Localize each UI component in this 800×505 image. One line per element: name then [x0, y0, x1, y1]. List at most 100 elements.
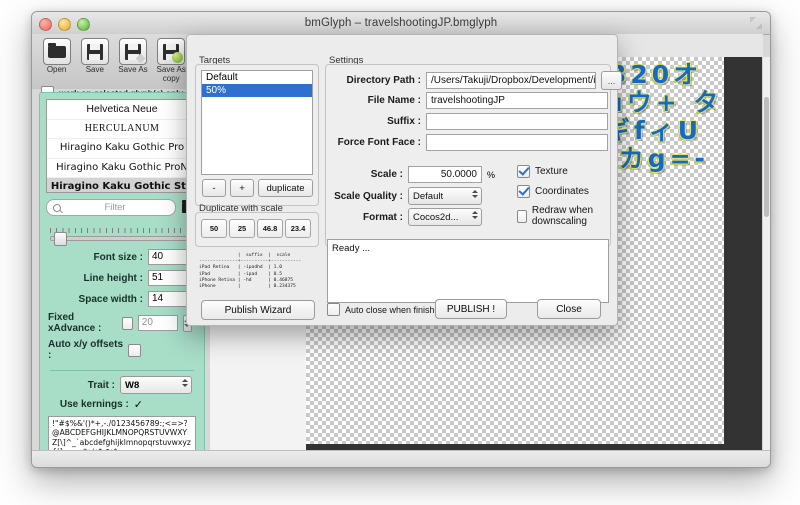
texture-checkbox[interactable]	[517, 165, 530, 178]
font-list-item-selected[interactable]: Hiragino Kaku Gothic Std	[47, 178, 197, 192]
open-button[interactable]: Open	[38, 38, 75, 83]
font-list-item[interactable]: Helvetica Neue	[47, 100, 197, 120]
scale-input[interactable]: 50.0000	[408, 166, 482, 183]
save-as-copy-button[interactable]: Save As copy	[153, 38, 190, 83]
atlas-dark-right	[724, 57, 763, 460]
file-name-row: File Name : travelshootingJP	[333, 92, 608, 109]
scale-unit: %	[487, 169, 496, 180]
font-list-item[interactable]: HERCULANUM	[47, 120, 197, 139]
coordinates-label: Coordinates	[535, 186, 589, 197]
force-font-face-row: Force Font Face :	[333, 134, 608, 151]
trait-dropdown[interactable]: W8	[120, 376, 192, 394]
space-width-label: Space width :	[78, 293, 143, 305]
save-button[interactable]: Save	[76, 38, 113, 83]
suffix-row: Suffix :	[333, 113, 608, 130]
auto-offsets-checkbox[interactable]	[128, 343, 141, 357]
target-list-item[interactable]: Default	[202, 71, 312, 84]
save-as-copy-label: Save As copy	[156, 65, 186, 83]
file-name-input[interactable]: travelshootingJP	[426, 92, 608, 109]
minimize-button[interactable]	[58, 18, 71, 31]
coordinates-checkbox[interactable]	[517, 185, 530, 198]
suffix-input[interactable]	[426, 113, 608, 130]
format-dropdown[interactable]: Cocos2d...	[408, 208, 482, 226]
scale-label: Scale :	[370, 169, 403, 180]
window-controls[interactable]	[39, 18, 90, 31]
divider	[50, 370, 194, 371]
font-list[interactable]: Helvetica Neue HERCULANUM Hiragino Kaku …	[46, 99, 198, 193]
floppy-pen-icon	[119, 38, 147, 65]
trait-label: Trait :	[87, 379, 115, 391]
zoom-button[interactable]	[77, 18, 90, 31]
scale-button-46-8[interactable]: 46.8	[257, 219, 283, 238]
format-label: Format :	[363, 211, 403, 223]
scale-quality-row: Scale Quality : Default	[333, 187, 482, 205]
publish-action-button[interactable]: PUBLISH !	[435, 299, 507, 319]
browse-directory-button[interactable]: ...	[601, 71, 622, 90]
close-button[interactable]	[39, 18, 52, 31]
scale-quality-label: Scale Quality :	[334, 190, 403, 202]
filter-input[interactable]: Filter	[46, 199, 176, 216]
save-as-label: Save As	[118, 65, 148, 74]
save-label: Save	[85, 65, 104, 74]
publish-dialog: Targets Default 50% - + duplicate Duplic…	[186, 34, 622, 326]
slider-knob[interactable]	[54, 232, 67, 246]
font-size-slider[interactable]	[50, 228, 194, 246]
fixed-xadvance-input[interactable]: 20	[137, 315, 178, 331]
scale-quality-value: Default	[413, 190, 444, 202]
font-list-item[interactable]: Hiragino Kaku Gothic ProN	[47, 159, 197, 178]
folder-icon	[42, 38, 71, 65]
add-target-button[interactable]: +	[230, 179, 254, 197]
publish-wizard-button[interactable]: Publish Wizard	[201, 300, 315, 320]
directory-path-input[interactable]: /Users/Takuji/Dropbox/Development/iOS/Tr…	[426, 72, 596, 89]
preview-scrollbar[interactable]	[762, 57, 770, 460]
targets-list[interactable]: Default 50%	[201, 70, 313, 175]
window-title: bmGlyph – travelshootingJP.bmglyph	[304, 17, 498, 29]
filter-placeholder: Filter	[104, 202, 126, 213]
format-value: Cocos2d...	[413, 211, 459, 223]
search-icon	[53, 203, 61, 212]
trait-value: W8	[125, 379, 140, 391]
font-size-row: Font size : 40	[48, 249, 192, 265]
auto-close-row[interactable]: Auto close when finished	[327, 303, 445, 316]
window-titlebar[interactable]: bmGlyph – travelshootingJP.bmglyph	[32, 12, 770, 35]
font-settings-panel: Helvetica Neue HERCULANUM Hiragino Kaku …	[39, 92, 205, 462]
file-name-label: File Name :	[367, 95, 421, 106]
kernings-checkmark[interactable]: ✓	[134, 399, 143, 410]
line-height-row: Line height : 51	[48, 270, 192, 286]
scale-button-23-4[interactable]: 23.4	[285, 219, 311, 238]
remove-target-button[interactable]: -	[202, 179, 226, 197]
slider-ticks	[50, 228, 194, 233]
auto-close-checkbox[interactable]	[327, 303, 340, 316]
desktop-background: bmGlyph – travelshootingJP.bmglyph Open …	[0, 0, 800, 505]
directory-path-row: Directory Path : /Users/Takuji/Dropbox/D…	[333, 71, 622, 90]
scale-row: Scale : 50.0000 %	[333, 166, 495, 183]
duplicate-target-button[interactable]: duplicate	[258, 179, 313, 197]
close-dialog-button[interactable]: Close	[537, 299, 601, 319]
kernings-row: Use kernings : ✓	[48, 399, 192, 410]
font-size-label: Font size :	[93, 251, 143, 263]
coordinates-row[interactable]: Coordinates	[517, 185, 589, 198]
auto-offsets-label: Auto x/y offsets :	[48, 339, 124, 361]
force-font-face-input[interactable]	[426, 134, 608, 151]
log-output: Ready ...	[327, 239, 609, 303]
fullscreen-icon[interactable]	[750, 17, 762, 29]
fixed-xadvance-checkbox[interactable]	[121, 316, 133, 330]
redraw-checkbox[interactable]	[517, 209, 527, 223]
auto-offsets-row: Auto x/y offsets :	[48, 339, 192, 361]
save-as-button[interactable]: Save As	[114, 38, 151, 83]
target-list-item-selected[interactable]: 50%	[202, 84, 312, 97]
font-list-item[interactable]: Hiragino Kaku Gothic Pro	[47, 139, 197, 159]
line-height-label: Line height :	[83, 272, 143, 284]
fixed-xadvance-label: Fixed xAdvance :	[48, 312, 102, 334]
suffix-label: Suffix :	[387, 116, 421, 127]
redraw-row[interactable]: Redraw when downscaling	[517, 205, 617, 227]
slider-track	[50, 236, 194, 241]
fixed-xadvance-row: Fixed xAdvance : 20	[48, 312, 192, 334]
scale-button-25[interactable]: 25	[229, 219, 255, 238]
floppy-copy-icon	[157, 38, 186, 65]
window-bottom-bar	[32, 450, 770, 467]
scale-button-50[interactable]: 50	[201, 219, 227, 238]
space-width-row: Space width : 14	[48, 291, 192, 307]
scale-quality-dropdown[interactable]: Default	[408, 187, 482, 205]
texture-row[interactable]: Texture	[517, 165, 568, 178]
